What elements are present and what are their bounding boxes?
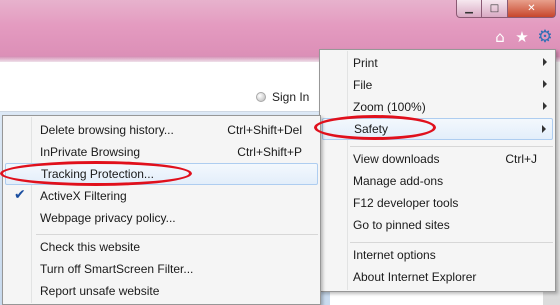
star-icon[interactable]: ★ — [513, 28, 531, 46]
safety-submenu: Delete browsing history... Ctrl+Shift+De… — [2, 115, 321, 305]
menu-item-label: View downloads — [353, 152, 440, 166]
submenu-arrow-icon — [542, 125, 546, 133]
sign-in-link[interactable]: Sign In — [256, 90, 309, 104]
menu-item-label: Manage add-ons — [353, 174, 444, 188]
menu-item-shortcut: Ctrl+Shift+P — [237, 145, 302, 159]
menu-item-privacy-policy[interactable]: Webpage privacy policy... — [5, 207, 318, 229]
minimize-icon[interactable]: ▁ — [456, 0, 482, 18]
menu-separator — [350, 146, 553, 147]
menu-item-check-website[interactable]: Check this website — [5, 236, 318, 258]
menu-item-tracking-protection[interactable]: Tracking Protection... — [5, 163, 318, 185]
menu-item-print[interactable]: Print — [322, 52, 553, 74]
menu-item-manage-add-ons[interactable]: Manage add-ons — [322, 170, 553, 192]
menu-item-label: Webpage privacy policy... — [40, 211, 176, 225]
menu-item-safety[interactable]: Safety — [322, 118, 553, 140]
menu-item-label: File — [353, 78, 373, 92]
menu-item-report-unsafe[interactable]: Report unsafe website — [5, 280, 318, 302]
menu-item-label: Check this website — [40, 240, 141, 254]
menu-item-label: Delete browsing history... — [40, 123, 174, 137]
menu-item-label: F12 developer tools — [353, 196, 459, 210]
menu-item-label: InPrivate Browsing — [40, 145, 141, 159]
submenu-arrow-icon — [543, 80, 547, 88]
close-icon[interactable]: ✕ — [508, 0, 556, 18]
menu-item-label: Safety — [354, 122, 389, 136]
menu-item-label: Zoom (100%) — [353, 100, 426, 114]
home-icon[interactable]: ⌂ — [491, 28, 509, 46]
menu-item-label: Report unsafe website — [40, 284, 160, 298]
page-header — [0, 62, 330, 112]
menu-separator — [36, 234, 318, 235]
menu-item-shortcut: Ctrl+Shift+Del — [227, 123, 302, 137]
submenu-arrow-icon — [543, 58, 547, 66]
window-controls: ▁ □ ✕ — [456, 0, 556, 20]
menu-item-view-downloads[interactable]: View downloads Ctrl+J — [322, 148, 553, 170]
menu-item-internet-options[interactable]: Internet options — [322, 244, 553, 266]
maximize-icon[interactable]: □ — [482, 0, 508, 18]
menu-item-label: Go to pinned sites — [353, 218, 450, 232]
menu-item-zoom[interactable]: Zoom (100%) — [322, 96, 553, 118]
menu-item-activex-filtering[interactable]: ✔ ActiveX Filtering — [5, 185, 318, 207]
menu-separator — [350, 242, 553, 243]
menu-item-label: Tracking Protection... — [41, 167, 154, 181]
menu-item-label: Print — [353, 56, 378, 70]
menu-item-developer-tools[interactable]: F12 developer tools — [322, 192, 553, 214]
checkmark-icon: ✔ — [14, 187, 26, 203]
menu-item-shortcut: Ctrl+J — [505, 152, 537, 166]
gear-icon[interactable]: ⚙ — [536, 27, 554, 47]
menu-item-label: About Internet Explorer — [353, 270, 477, 284]
menu-item-about[interactable]: About Internet Explorer — [322, 266, 553, 288]
submenu-arrow-icon — [543, 102, 547, 110]
menu-item-label: ActiveX Filtering — [40, 189, 127, 203]
menu-item-smartscreen[interactable]: Turn off SmartScreen Filter... — [5, 258, 318, 280]
menu-item-file[interactable]: File — [322, 74, 553, 96]
user-status-icon — [256, 92, 266, 102]
menu-item-inprivate[interactable]: InPrivate Browsing Ctrl+Shift+P — [5, 141, 318, 163]
sign-in-label: Sign In — [272, 90, 310, 104]
menu-item-label: Turn off SmartScreen Filter... — [40, 262, 194, 276]
tools-menu: Print File Zoom (100%) Safety View downl… — [319, 49, 556, 292]
menu-item-delete-history[interactable]: Delete browsing history... Ctrl+Shift+De… — [5, 119, 318, 141]
menu-item-label: Internet options — [353, 248, 436, 262]
menu-item-pinned-sites[interactable]: Go to pinned sites — [322, 214, 553, 236]
